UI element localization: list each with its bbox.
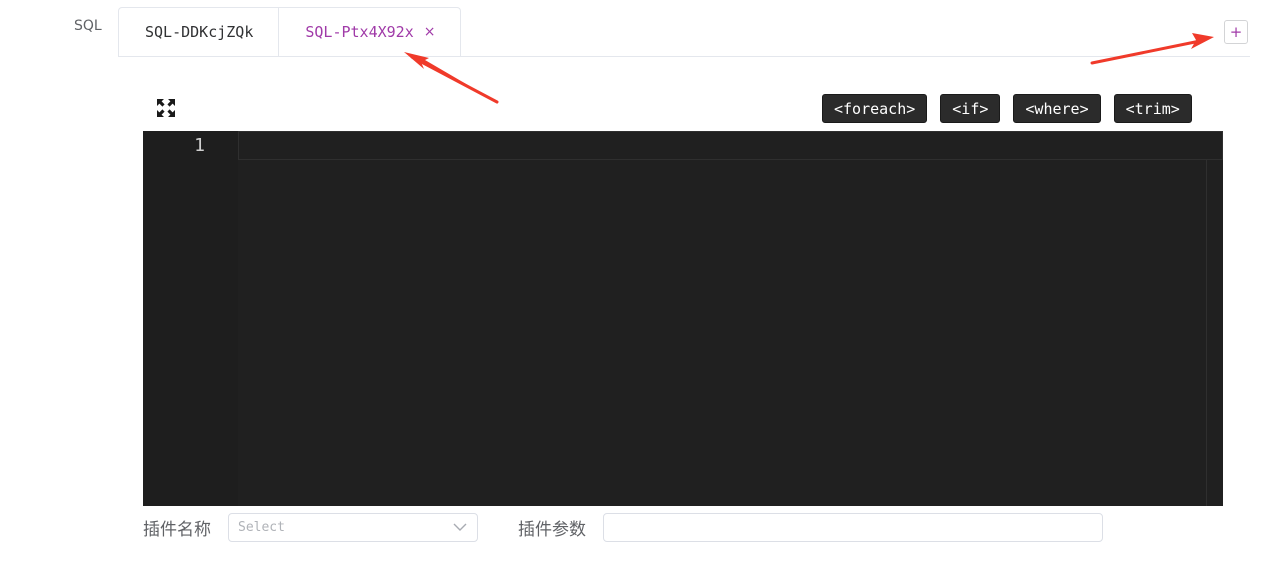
editor-gutter: 1	[143, 131, 238, 506]
tab-sql-ptx4x92x[interactable]: SQL-Ptx4X92x ×	[278, 8, 460, 56]
tab-label: SQL-DDKcjZQk	[145, 23, 254, 41]
tab-sql-ddkcjzqk[interactable]: SQL-DDKcjZQk	[119, 8, 278, 56]
plugin-name-select[interactable]: Select	[228, 513, 478, 542]
sql-code-editor[interactable]: 1	[143, 131, 1223, 506]
where-tag-button[interactable]: <where>	[1013, 94, 1101, 123]
plugin-row: 插件名称 Select 插件参数	[143, 512, 1143, 542]
sql-tag-toolbar: <foreach> <if> <where> <trim>	[822, 94, 1192, 123]
sql-tabs-bar: SQL-DDKcjZQk SQL-Ptx4X92x ×	[118, 7, 1250, 57]
editor-ruler	[1206, 160, 1207, 506]
editor-text-area[interactable]	[238, 131, 1223, 506]
close-icon[interactable]: ×	[424, 25, 436, 39]
sql-field-label: SQL	[74, 18, 102, 34]
add-tab-button[interactable]: +	[1224, 20, 1248, 44]
plugin-params-label: 插件参数	[518, 520, 586, 540]
plugin-name-label: 插件名称	[143, 520, 211, 540]
tab-label: SQL-Ptx4X92x	[305, 23, 414, 41]
plugin-params-input[interactable]	[603, 513, 1103, 542]
line-number: 1	[194, 135, 205, 156]
chevron-down-icon	[453, 523, 467, 531]
trim-tag-button[interactable]: <trim>	[1113, 94, 1192, 123]
if-tag-button[interactable]: <if>	[940, 94, 1001, 123]
plus-icon: +	[1229, 23, 1243, 41]
tab-group: SQL-DDKcjZQk SQL-Ptx4X92x ×	[118, 7, 462, 56]
select-placeholder: Select	[238, 520, 285, 535]
annotation-arrow-tab	[404, 52, 499, 104]
fullscreen-icon[interactable]	[156, 98, 176, 118]
foreach-tag-button[interactable]: <foreach>	[822, 94, 928, 123]
